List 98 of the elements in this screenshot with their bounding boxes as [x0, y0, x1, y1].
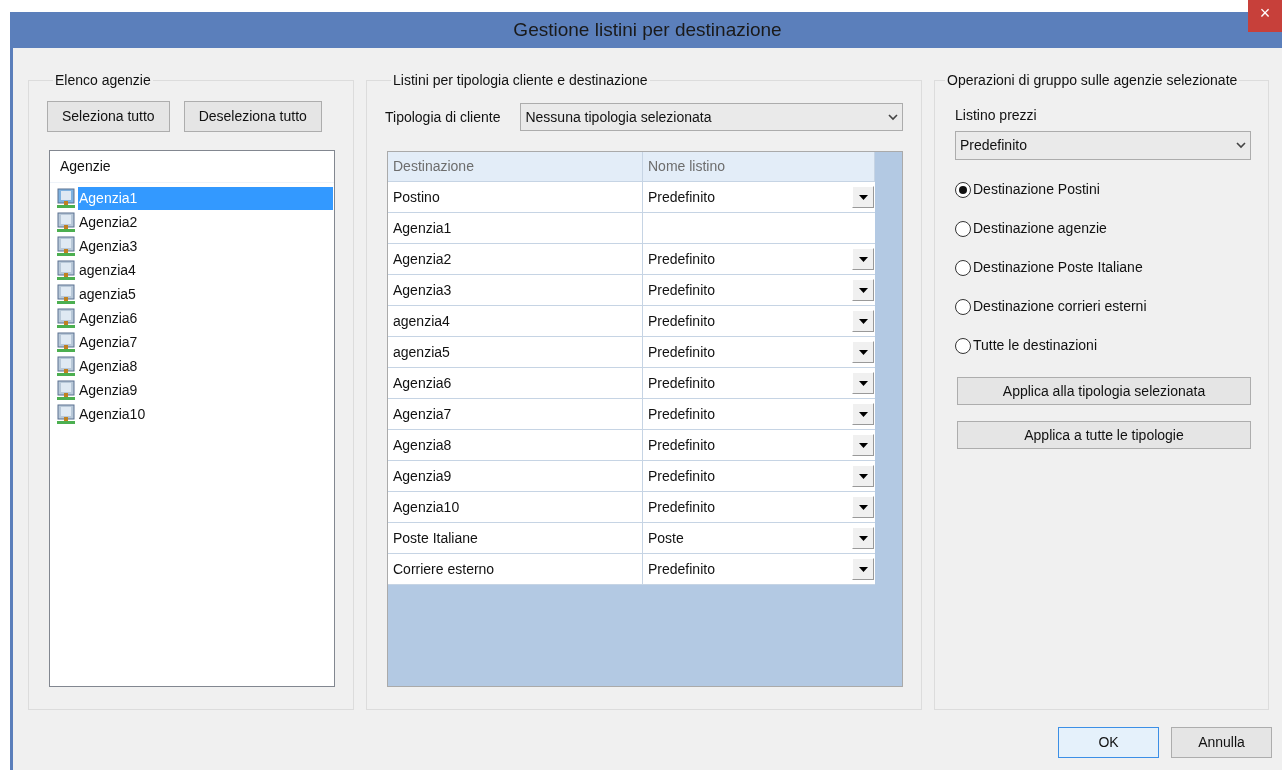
table-cell-text: Predefinito [648, 559, 715, 579]
table-cell: Agenzia7 [388, 399, 643, 429]
table-cell-text: Predefinito [648, 497, 715, 517]
dropdown-button[interactable] [852, 372, 874, 394]
group-title: Operazioni di gruppo sulle agenzie selezionate [946, 71, 1239, 90]
caret-icon [858, 318, 868, 324]
table-cell-text: Predefinito [648, 342, 715, 362]
column-header[interactable]: Nome listino [643, 152, 875, 181]
caret-icon [858, 411, 868, 417]
list-item[interactable]: Agenzia10 [78, 402, 333, 426]
radio-option[interactable]: Tutte le destinazioni [955, 336, 1248, 355]
building-icon [56, 332, 76, 352]
field-label: Tipologia di cliente [385, 107, 501, 127]
chevron-down-icon [1236, 142, 1246, 149]
table-cell: agenzia4 [388, 306, 643, 336]
table-cell-text: Predefinito [648, 373, 715, 393]
price-list-dropdown[interactable]: Predefinito [955, 131, 1251, 160]
caret-icon [858, 256, 868, 262]
dropdown-button[interactable] [852, 310, 874, 332]
table-cell: Agenzia8 [388, 430, 643, 460]
table-cell: Agenzia2 [388, 244, 643, 274]
caret-icon [858, 473, 868, 479]
dropdown-button[interactable] [852, 248, 874, 270]
table-cell: Agenzia6 [388, 368, 643, 398]
building-icon [56, 212, 76, 232]
list-item[interactable]: Agenzia8 [78, 354, 333, 378]
caret-icon [858, 380, 868, 386]
list-item[interactable]: Agenzia2 [78, 210, 333, 234]
caret-icon [858, 194, 868, 200]
button[interactable]: Applica alla tipologia selezionata [957, 377, 1251, 405]
table-cell: Poste Italiane [388, 523, 643, 553]
table-cell-text: Predefinito [648, 311, 715, 331]
dropdown-button[interactable] [852, 465, 874, 487]
table-cell-text: Predefinito [648, 249, 715, 269]
button[interactable]: Deseleziona tutto [183, 101, 322, 132]
caret-icon [858, 287, 868, 293]
table-cell-text: Predefinito [648, 466, 715, 486]
table-cell: Corriere esterno [388, 554, 643, 584]
window-title: Gestione listini per destinazione [513, 17, 782, 42]
table-cell: agenzia5 [388, 337, 643, 367]
list-item[interactable]: Agenzia7 [78, 330, 333, 354]
dropdown-button[interactable] [852, 558, 874, 580]
list-item[interactable]: agenzia5 [78, 282, 333, 306]
radio-option[interactable]: Destinazione agenzie [955, 219, 1248, 238]
button[interactable]: Applica a tutte le tipologie [957, 421, 1251, 449]
dropdown-button[interactable] [852, 434, 874, 456]
building-icon [56, 188, 76, 208]
list-item[interactable]: Agenzia6 [78, 306, 333, 330]
radio-button[interactable] [955, 220, 971, 237]
list-header: Agenzie [50, 151, 334, 183]
table-cell: Agenzia9 [388, 461, 643, 491]
radio-button[interactable] [955, 181, 971, 198]
button[interactable]: Seleziona tutto [47, 101, 170, 132]
table-cell: Agenzia3 [388, 275, 643, 305]
caret-icon [858, 535, 868, 541]
table-cell-text: Predefinito [648, 187, 715, 207]
building-icon [56, 260, 76, 280]
radio-option[interactable]: Destinazione corrieri esterni [955, 297, 1248, 316]
caret-icon [858, 349, 868, 355]
radio-button[interactable] [955, 298, 971, 315]
caret-icon [858, 504, 868, 510]
table-cell: Agenzia1 [388, 213, 643, 243]
group-title: Listini per tipologia cliente e destinazione [392, 71, 649, 90]
table-cell-text: Predefinito [648, 435, 715, 455]
dropdown-button[interactable] [852, 186, 874, 208]
caret-icon [858, 566, 868, 572]
list-item[interactable]: Agenzia9 [78, 378, 333, 402]
dropdown-button[interactable] [852, 527, 874, 549]
dialog-button[interactable]: Annulla [1171, 727, 1272, 758]
radio-button[interactable] [955, 337, 971, 354]
table-cell: Postino [388, 182, 643, 212]
dropdown-button[interactable] [852, 279, 874, 301]
dropdown-button[interactable] [852, 496, 874, 518]
building-icon [56, 356, 76, 376]
building-icon [56, 404, 76, 424]
radio-button[interactable] [955, 259, 971, 276]
building-icon [56, 284, 76, 304]
caret-icon [858, 442, 868, 448]
building-icon [56, 236, 76, 256]
field-label: Listino prezzi [955, 106, 1038, 125]
close-button[interactable]: × [1248, 0, 1282, 32]
table-cell-text: Poste [648, 528, 684, 548]
dialog-button[interactable]: OK [1058, 727, 1159, 758]
dropdown-button[interactable] [852, 341, 874, 363]
table-cell-text: Predefinito [648, 280, 715, 300]
column-header[interactable]: Destinazione [388, 152, 643, 181]
client-type-dropdown[interactable]: Nessuna tipologia selezionata [520, 103, 903, 131]
table-cell-text: Predefinito [648, 404, 715, 424]
table-cell: Agenzia10 [388, 492, 643, 522]
list-item[interactable]: agenzia4 [78, 258, 333, 282]
group-title: Elenco agenzie [54, 71, 152, 90]
dropdown-button[interactable] [852, 403, 874, 425]
radio-option[interactable]: Destinazione Poste Italiane [955, 258, 1248, 277]
radio-option[interactable]: Destinazione Postini [955, 180, 1248, 199]
list-item[interactable]: Agenzia3 [78, 234, 333, 258]
chevron-down-icon [888, 113, 898, 121]
building-icon [56, 380, 76, 400]
building-icon [56, 308, 76, 328]
